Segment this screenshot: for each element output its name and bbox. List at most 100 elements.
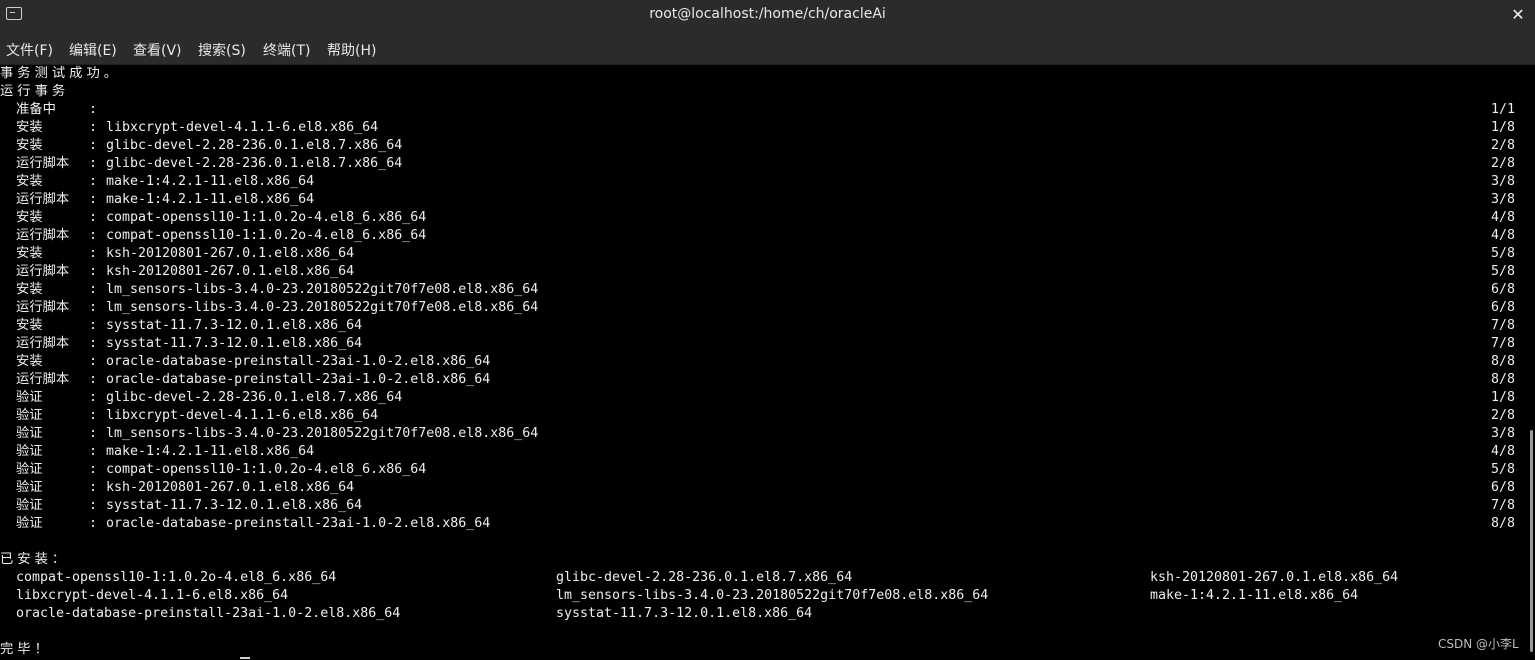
separator: :: [89, 264, 98, 279]
transaction-count: 5/8: [1491, 264, 1516, 279]
separator: :: [89, 498, 98, 513]
separator: :: [89, 408, 98, 423]
menu-edit[interactable]: 编辑(E): [69, 40, 117, 60]
menu-view[interactable]: 查看(V): [133, 40, 182, 60]
transaction-count: 2/8: [1491, 138, 1516, 153]
separator: :: [89, 390, 98, 405]
transaction-package: make-1:4.2.1-11.el8.x86_64: [106, 444, 315, 459]
installed-package: make-1:4.2.1-11.el8.x86_64: [1150, 588, 1359, 603]
transaction-count: 5/8: [1491, 462, 1516, 477]
separator: :: [89, 228, 98, 243]
transaction-package: ksh-20120801-267.0.1.el8.x86_64: [106, 246, 355, 261]
menu-file[interactable]: 文件(F): [6, 40, 53, 60]
installed-package: compat-openssl10-1:1.0.2o-4.el8_6.x86_64: [16, 570, 337, 585]
transaction-package: libxcrypt-devel-4.1.1-6.el8.x86_64: [106, 120, 379, 135]
separator: :: [89, 480, 98, 495]
installed-package: lm_sensors-libs-3.4.0-23.20180522git70f7…: [556, 588, 989, 603]
transaction-package: sysstat-11.7.3-12.0.1.el8.x86_64: [106, 318, 363, 333]
transaction-action: 验证: [16, 444, 43, 459]
title-bar: root@localhost:/home/ch/oracleAi ✕: [0, 0, 1535, 31]
transaction-package: compat-openssl10-1:1.0.2o-4.el8_6.x86_64: [106, 462, 427, 477]
separator: :: [89, 444, 98, 459]
installed-header: 已安装：: [0, 552, 70, 567]
transaction-action: 安装: [16, 174, 43, 189]
transaction-count: 7/8: [1491, 336, 1516, 351]
transaction-count: 1/1: [1491, 102, 1516, 117]
scrollbar-thumb[interactable]: [1530, 430, 1533, 652]
separator: :: [89, 516, 98, 531]
transaction-package: oracle-database-preinstall-23ai-1.0-2.el…: [106, 354, 491, 369]
transaction-package: compat-openssl10-1:1.0.2o-4.el8_6.x86_64: [106, 228, 427, 243]
transaction-package: glibc-devel-2.28-236.0.1.el8.7.x86_64: [106, 390, 403, 405]
transaction-count: 8/8: [1491, 516, 1516, 531]
menu-help[interactable]: 帮助(H): [327, 40, 376, 60]
transaction-count: 3/8: [1491, 426, 1516, 441]
menu-terminal[interactable]: 终端(T): [263, 40, 310, 60]
transaction-action: 安装: [16, 354, 43, 369]
transaction-action: 验证: [16, 516, 43, 531]
transaction-count: 5/8: [1491, 246, 1516, 261]
transaction-package: oracle-database-preinstall-23ai-1.0-2.el…: [106, 516, 491, 531]
transaction-package: lm_sensors-libs-3.4.0-23.20180522git70f7…: [106, 426, 539, 441]
transaction-action: 安装: [16, 282, 43, 297]
close-icon[interactable]: ✕: [1507, 4, 1529, 26]
separator: :: [89, 246, 98, 261]
window-title: root@localhost:/home/ch/oracleAi: [649, 6, 886, 22]
separator: :: [89, 192, 98, 207]
transaction-action: 安装: [16, 210, 43, 225]
transaction-package: make-1:4.2.1-11.el8.x86_64: [106, 174, 315, 189]
separator: :: [89, 120, 98, 135]
transaction-action: 运行脚本: [16, 228, 70, 243]
transaction-action: 验证: [16, 426, 43, 441]
transaction-package: oracle-database-preinstall-23ai-1.0-2.el…: [106, 372, 491, 387]
transaction-package: ksh-20120801-267.0.1.el8.x86_64: [106, 480, 355, 495]
transaction-action: 准备中: [16, 102, 56, 117]
transaction-action: 运行脚本: [16, 156, 70, 171]
transaction-action: 安装: [16, 318, 43, 333]
separator: :: [89, 210, 98, 225]
transaction-action: 安装: [16, 138, 43, 153]
terminal-output[interactable]: 事务测试成功。 运行事务 准备中: 1/1 安装: libxcrypt-devel-4…: [0, 65, 1535, 660]
transaction-count: 7/8: [1491, 498, 1516, 513]
installed-package: libxcrypt-devel-4.1.1-6.el8.x86_64: [16, 588, 289, 603]
transaction-package: lm_sensors-libs-3.4.0-23.20180522git70f7…: [106, 300, 539, 315]
watermark: CSDN @小李L: [1438, 637, 1519, 651]
transaction-count: 4/8: [1491, 444, 1516, 459]
separator: :: [89, 156, 98, 171]
installed-package: ksh-20120801-267.0.1.el8.x86_64: [1150, 570, 1399, 585]
transaction-count: 7/8: [1491, 318, 1516, 333]
transaction-action: 验证: [16, 390, 43, 405]
separator: :: [89, 462, 98, 477]
menu-search[interactable]: 搜索(S): [198, 40, 246, 60]
installed-package: sysstat-11.7.3-12.0.1.el8.x86_64: [556, 606, 813, 621]
transaction-count: 1/8: [1491, 390, 1516, 405]
transaction-action: 运行脚本: [16, 192, 70, 207]
separator: :: [89, 426, 98, 441]
transaction-action: 验证: [16, 480, 43, 495]
transaction-action: 验证: [16, 498, 43, 513]
transaction-action: 验证: [16, 408, 43, 423]
transaction-package: make-1:4.2.1-11.el8.x86_64: [106, 192, 315, 207]
transaction-action: 运行脚本: [16, 264, 70, 279]
separator: :: [89, 372, 98, 387]
transaction-count: 1/8: [1491, 120, 1516, 135]
separator: :: [89, 174, 98, 189]
transaction-package: compat-openssl10-1:1.0.2o-4.el8_6.x86_64: [106, 210, 427, 225]
separator: :: [89, 102, 98, 117]
transaction-package: glibc-devel-2.28-236.0.1.el8.7.x86_64: [106, 138, 403, 153]
transaction-count: 6/8: [1491, 300, 1516, 315]
installed-package: glibc-devel-2.28-236.0.1.el8.7.x86_64: [556, 570, 853, 585]
running-transaction-text: 运行事务: [0, 84, 70, 99]
transaction-action: 运行脚本: [16, 300, 70, 315]
menu-bar: 文件(F) 编辑(E) 查看(V) 搜索(S) 终端(T) 帮助(H): [0, 31, 1535, 65]
separator: :: [89, 282, 98, 297]
terminal-line: 运行事务: [0, 83, 65, 101]
transaction-action: 运行脚本: [16, 372, 70, 387]
separator: :: [89, 138, 98, 153]
transaction-package: libxcrypt-devel-4.1.1-6.el8.x86_64: [106, 408, 379, 423]
transaction-package: lm_sensors-libs-3.4.0-23.20180522git70f7…: [106, 282, 539, 297]
transaction-count: 3/8: [1491, 174, 1516, 189]
transaction-package: ksh-20120801-267.0.1.el8.x86_64: [106, 264, 355, 279]
test-success-text: 事务测试成功。: [0, 66, 122, 81]
separator: :: [89, 318, 98, 333]
